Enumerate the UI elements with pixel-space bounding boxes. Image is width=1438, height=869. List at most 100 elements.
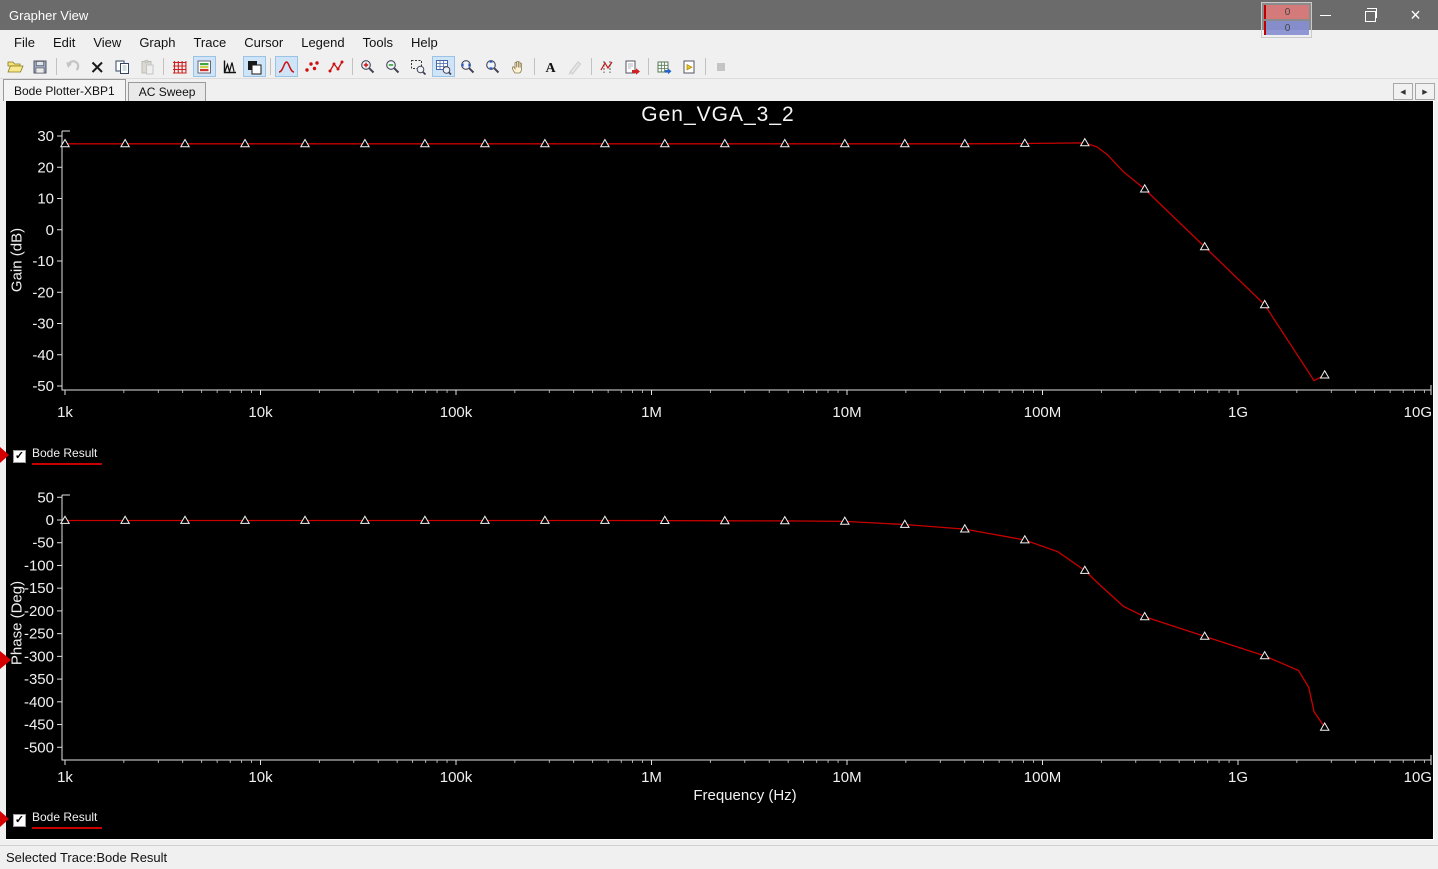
menu-trace[interactable]: Trace — [184, 31, 235, 54]
export-graph-button[interactable] — [621, 56, 644, 77]
menu-file[interactable]: File — [5, 31, 44, 54]
copy-button[interactable] — [111, 56, 134, 77]
bode-charts[interactable]: 1k 10k 100k 1M 10M 100M 1G 10G 30 20 10 0 -10 -20 -30 -… — [0, 101, 1438, 845]
x-tick-label: 100k — [440, 769, 473, 786]
minimize-icon — [1320, 14, 1331, 16]
show-legend-button[interactable] — [193, 56, 216, 77]
paste-button[interactable] — [136, 56, 159, 77]
grapher-page: 1k 10k 100k 1M 10M 100M 1G 10G 30 20 10 0 -10 -20 -30 -… — [0, 101, 1438, 845]
undo-button[interactable] — [61, 56, 84, 77]
open-file-button[interactable] — [4, 56, 27, 77]
data-point-marker — [839, 138, 850, 148]
x-tick-label: 1M — [641, 404, 662, 421]
data-point-marker — [839, 516, 850, 525]
y-tick-label: -300 — [24, 648, 54, 665]
chart-axes — [61, 130, 1432, 391]
overlay-row-gain: 0 — [1264, 5, 1309, 19]
scatter-plot-button[interactable] — [300, 56, 323, 77]
data-point-marker — [659, 138, 670, 148]
zoom-fit-button[interactable] — [432, 56, 455, 77]
export-labview-button[interactable] — [678, 56, 701, 77]
menu-view[interactable]: View — [84, 31, 130, 54]
window-title: Grapher View — [9, 7, 89, 23]
y-tick-label: 30 — [37, 128, 54, 145]
trace-visibility-checkbox[interactable]: ✓ — [13, 450, 26, 463]
close-button[interactable]: × — [1393, 0, 1438, 30]
data-point-marker — [539, 138, 550, 148]
zoom-horizontal-button[interactable] — [457, 56, 480, 77]
chart-axes — [61, 494, 1432, 761]
y-tick-label: -20 — [32, 284, 54, 301]
selected-axis-pointer-icon — [0, 651, 11, 669]
y-tick-label: -50 — [32, 535, 54, 552]
tab-scroll-right-button[interactable]: ▶ — [1415, 83, 1435, 100]
menu-graph[interactable]: Graph — [130, 31, 184, 54]
save-button[interactable] — [29, 56, 52, 77]
phase-axis-label: Phase (Deg) — [8, 580, 26, 666]
data-point-marker — [419, 138, 430, 148]
x-tick-label: 1M — [641, 769, 662, 786]
zoom-vertical-button[interactable] — [482, 56, 505, 77]
toolbar-separator — [705, 58, 706, 75]
y-tick-label: -400 — [24, 694, 54, 711]
menu-help[interactable]: Help — [402, 31, 447, 54]
stop-button[interactable] — [710, 56, 733, 77]
x-tick-label: 1G — [1228, 769, 1248, 786]
show-grid-button[interactable] — [168, 56, 191, 77]
menu-tools[interactable]: Tools — [354, 31, 402, 54]
grapher-view-window: { "window": { "title": "Grapher View", "… — [0, 0, 1438, 869]
legend-drag-overlay: 0 0 — [1261, 2, 1312, 38]
undo-icon — [64, 59, 81, 75]
legend-label[interactable]: Bode Result — [32, 810, 97, 824]
stop-icon — [713, 59, 730, 75]
export-excel-button[interactable] — [653, 56, 676, 77]
menu-legend[interactable]: Legend — [292, 31, 353, 54]
y-tick-label: -500 — [24, 739, 54, 756]
data-point-marker — [359, 515, 370, 524]
tab-ac-sweep[interactable]: AC Sweep — [127, 82, 207, 101]
scatter-icon — [303, 59, 320, 75]
svg-text:A: A — [545, 61, 556, 75]
legend-trace-color-swatch — [32, 827, 102, 829]
chart-title: Gen_VGA_3_2 — [641, 103, 795, 126]
overlay-traces-button[interactable] — [243, 56, 266, 77]
data-point-marker — [779, 138, 790, 148]
y-tick-label: 0 — [46, 222, 54, 239]
zoom-area-button[interactable] — [407, 56, 430, 77]
toolbar-separator — [648, 58, 649, 75]
selected-trace-pointer-icon — [0, 447, 9, 463]
line-points-plot-button[interactable] — [325, 56, 348, 77]
zoom-in-icon — [360, 59, 377, 75]
trace-visibility-checkbox[interactable]: ✓ — [13, 814, 26, 827]
menu-cursor[interactable]: Cursor — [235, 31, 292, 54]
show-cursors-button[interactable] — [596, 56, 619, 77]
menu-edit[interactable]: Edit — [44, 31, 84, 54]
line-plot-button[interactable] — [275, 56, 298, 77]
graph-properties-button[interactable] — [218, 56, 241, 77]
close-icon: × — [1410, 5, 1421, 25]
zoom-in-button[interactable] — [357, 56, 380, 77]
data-point-marker — [1139, 611, 1150, 621]
edit-icon — [567, 59, 584, 75]
legend-label[interactable]: Bode Result — [32, 446, 97, 460]
tab-bode-plotter-xbp1[interactable]: Bode Plotter-XBP1 — [3, 79, 126, 101]
zoom-area-icon — [410, 59, 427, 75]
toolbar-separator — [56, 58, 57, 75]
restore-button[interactable] — [1348, 0, 1393, 30]
selected-trace-pointer-icon — [0, 811, 9, 827]
data-point-marker — [779, 515, 790, 525]
zoom-fit-icon — [435, 59, 452, 75]
data-point-marker — [599, 138, 610, 148]
add-text-button[interactable]: A — [539, 56, 562, 77]
data-point-marker — [239, 138, 251, 148]
export-icon — [624, 59, 641, 75]
data-point-marker — [539, 515, 550, 524]
data-point-marker — [1079, 137, 1090, 147]
zoom-out-button[interactable] — [382, 56, 405, 77]
y-tick-label: -40 — [32, 347, 54, 364]
tab-scroll-left-button[interactable]: ◀ — [1393, 83, 1413, 100]
edit-annotation-button[interactable] — [564, 56, 587, 77]
pan-button[interactable] — [507, 56, 530, 77]
data-point-marker — [479, 515, 490, 524]
delete-button[interactable] — [86, 56, 109, 77]
